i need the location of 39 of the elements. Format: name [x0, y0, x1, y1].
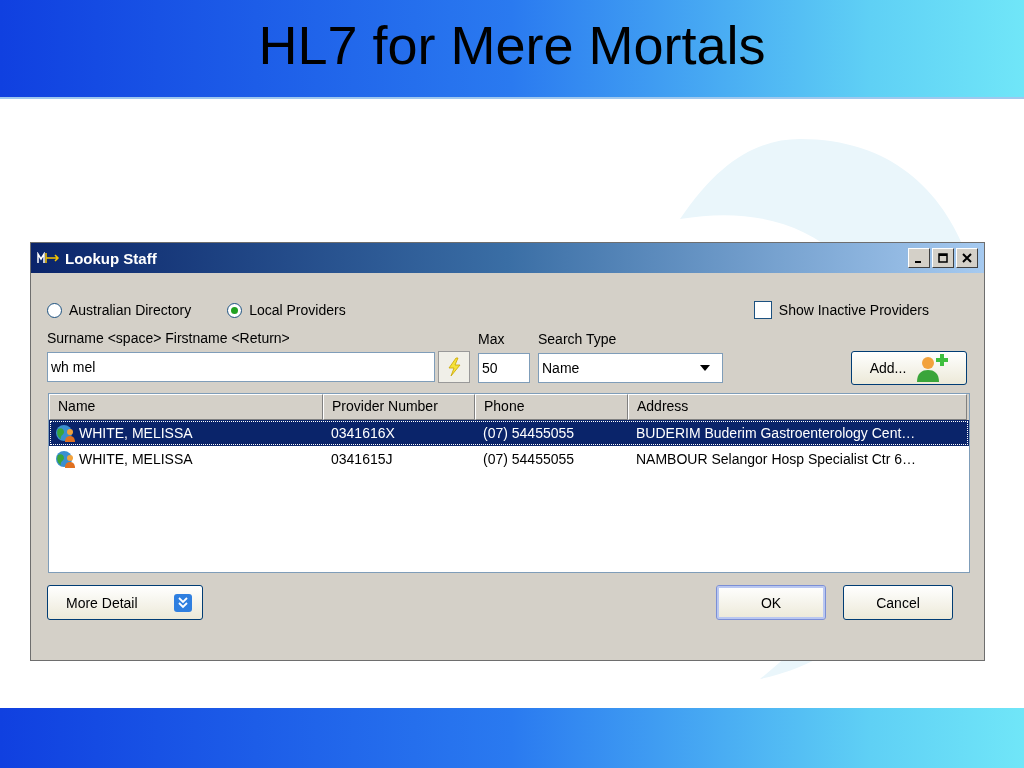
person-add-icon [914, 354, 949, 382]
table-cell: NAMBOUR Selangor Hosp Specialist Ctr 6… [636, 451, 917, 467]
table-row[interactable]: WHITE, MELISSA 0341615J (07) 54455055 NAMBOUR Selangor Hosp Specialist Ctr 6… [49, 446, 969, 472]
table-cell: WHITE, MELISSA [79, 451, 193, 467]
column-header[interactable]: Name [49, 394, 323, 420]
search-type-dropdown[interactable]: Name [538, 353, 723, 383]
dropdown-arrow-icon [700, 365, 710, 371]
search-type-label: Search Type [538, 331, 618, 348]
ok-button[interactable]: OK [716, 585, 826, 620]
minimize-button[interactable] [908, 248, 930, 268]
table-cell: (07) 54455055 [483, 425, 575, 441]
maximize-icon [938, 253, 948, 263]
window-title: Lookup Staff [65, 249, 157, 267]
table-row[interactable]: WHITE, MELISSA 0341616X (07) 54455055 BUDERIM Buderim Gastroenterology Cent… [49, 420, 969, 446]
search-label: Surname <space> Firstname <Return> [47, 330, 291, 347]
maximize-button[interactable] [932, 248, 954, 268]
search-field[interactable]: wh mel [47, 352, 435, 382]
max-field[interactable]: 50 [478, 353, 530, 383]
cancel-button[interactable]: Cancel [843, 585, 953, 620]
slide-title: HL7 for Mere Mortals [258, 14, 766, 77]
table-cell: 0341616X [331, 425, 395, 441]
more-detail-button[interactable]: More Detail [47, 585, 203, 620]
column-header[interactable]: Phone [475, 394, 628, 420]
close-button[interactable] [956, 248, 978, 268]
table-cell: (07) 54455055 [483, 451, 575, 467]
minimize-icon [915, 261, 921, 263]
add-button[interactable]: Add... [851, 351, 967, 385]
column-header[interactable]: Provider Number [323, 394, 475, 420]
column-header[interactable]: Address [628, 394, 967, 420]
table-cell: 0341615J [331, 451, 393, 467]
max-label: Max [478, 331, 506, 348]
lightning-icon [447, 357, 461, 377]
radio-option[interactable]: Australian Directory [47, 302, 192, 318]
table-cell: BUDERIM Buderim Gastroenterology Cent… [636, 425, 916, 441]
close-icon [962, 253, 972, 263]
app-icon [37, 252, 61, 264]
radio-option[interactable]: Local Providers [227, 302, 346, 318]
double-chevron-icon [174, 593, 192, 612]
table-cell: WHITE, MELISSA [79, 425, 193, 441]
